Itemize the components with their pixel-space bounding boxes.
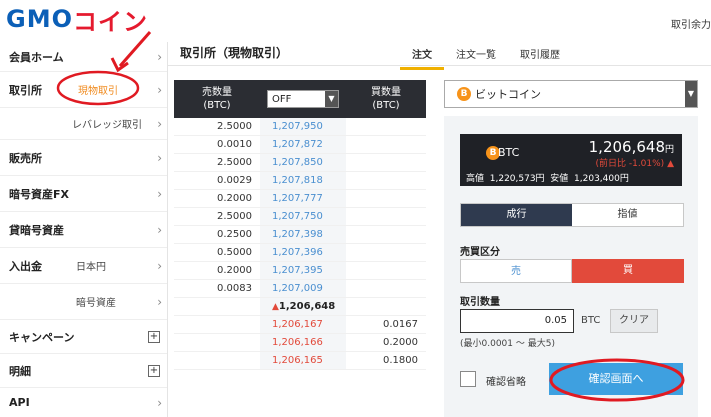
annotation-ellipse-confirm	[549, 358, 685, 402]
annotation-arrow	[118, 31, 152, 67]
annotation-overlay	[56, 31, 685, 402]
annotation-ellipse-spot	[56, 70, 140, 106]
